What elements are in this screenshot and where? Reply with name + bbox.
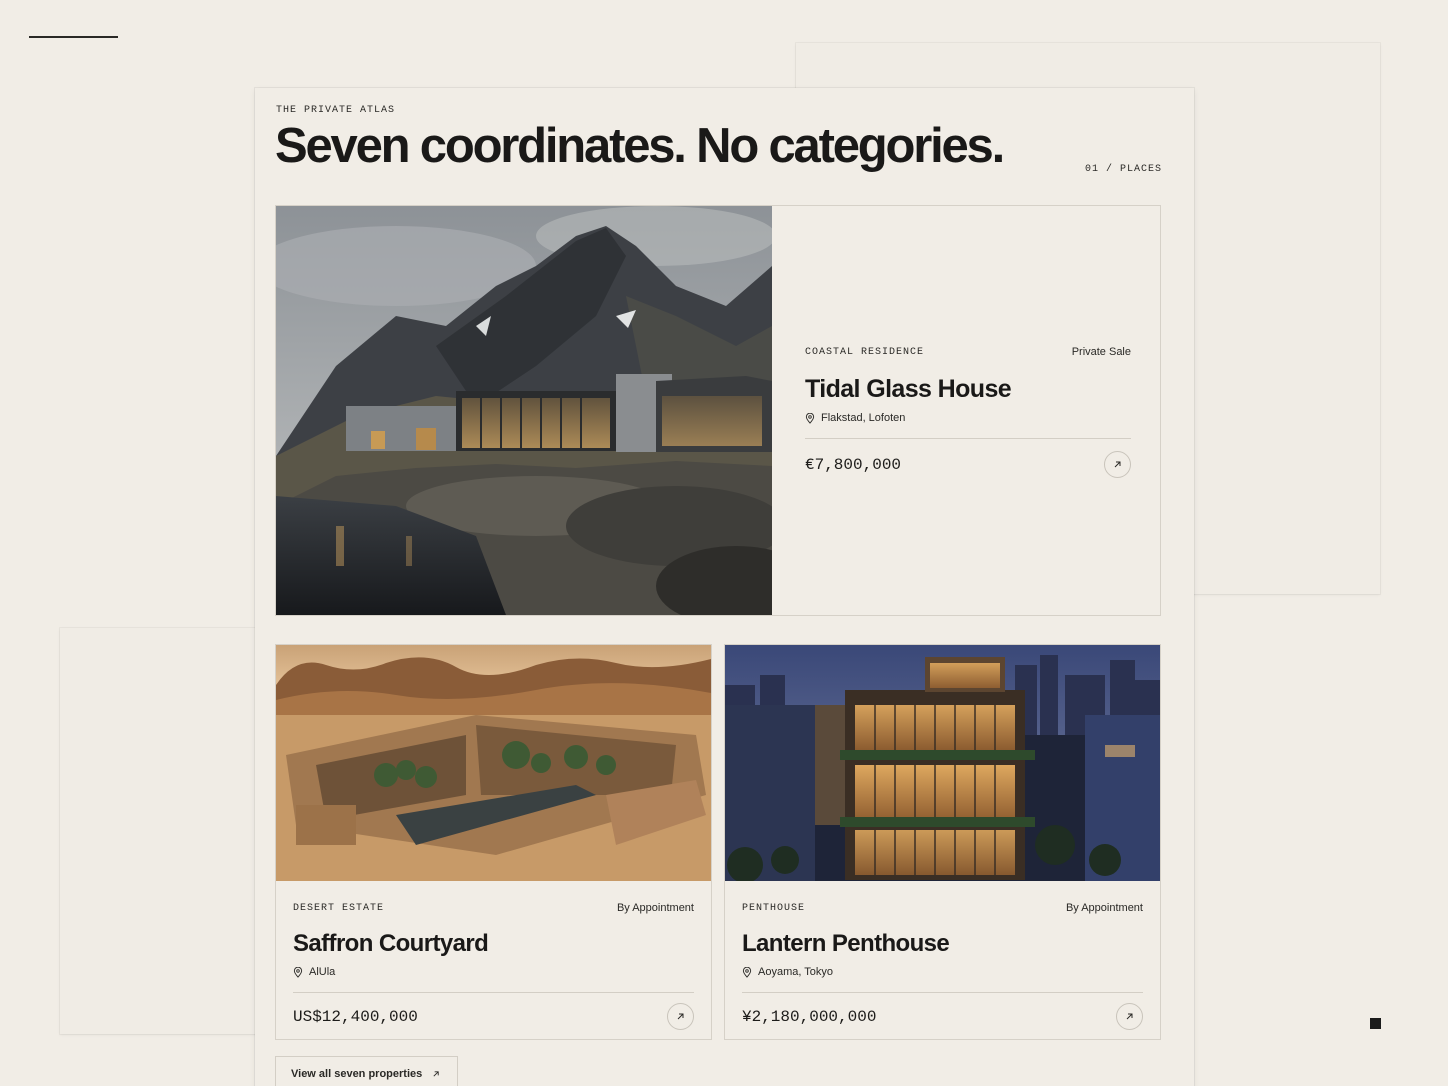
- map-pin-icon: [742, 966, 752, 978]
- property-title[interactable]: Tidal Glass House: [805, 375, 1131, 404]
- page-counter: 01 / PLACES: [1084, 164, 1162, 175]
- property-category: DESERT ESTATE: [293, 902, 385, 914]
- view-all-properties-button[interactable]: View all seven properties: [275, 1056, 458, 1086]
- atlas-panel: THE PRIVATE ATLAS Seven coordinates. No …: [255, 88, 1194, 1086]
- arrow-up-right-icon: [1114, 461, 1121, 468]
- property-details: DESERT ESTATE By Appointment Saffron Cou…: [293, 902, 694, 1030]
- arrow-up-right-icon: [1126, 1013, 1133, 1020]
- arrow-up-right-icon: [433, 1071, 439, 1077]
- location-label: AlUla: [309, 966, 336, 978]
- property-location: Aoyama, Tokyo: [742, 966, 1143, 978]
- featured-property-card[interactable]: COASTAL RESIDENCE Private Sale Tidal Gla…: [275, 205, 1161, 616]
- property-details: COASTAL RESIDENCE Private Sale Tidal Gla…: [805, 346, 1131, 478]
- page-title: Seven coordinates. No categories.: [275, 119, 1005, 173]
- property-category: PENTHOUSE: [742, 902, 806, 914]
- eyebrow-label: THE PRIVATE ATLAS: [276, 105, 396, 116]
- sale-status: By Appointment: [616, 902, 694, 914]
- sale-status: Private Sale: [1071, 346, 1131, 358]
- property-price: €7,800,000: [805, 455, 902, 474]
- property-title[interactable]: Lantern Penthouse: [742, 930, 1143, 958]
- arrow-up-right-icon: [677, 1013, 684, 1020]
- sale-status: By Appointment: [1065, 902, 1143, 914]
- top-rule: [29, 36, 118, 38]
- property-price: ¥2,180,000,000: [742, 1007, 877, 1026]
- corner-marker: [1370, 1018, 1381, 1029]
- open-property-button[interactable]: [1116, 1003, 1143, 1030]
- property-location: AlUla: [293, 966, 694, 978]
- map-pin-icon: [293, 966, 303, 978]
- open-property-button[interactable]: [1104, 451, 1131, 478]
- property-photo: [276, 645, 711, 881]
- location-label: Flakstad, Lofoten: [821, 412, 906, 424]
- property-price: US$12,400,000: [293, 1007, 418, 1026]
- property-details: PENTHOUSE By Appointment Lantern Penthou…: [742, 902, 1143, 1030]
- background-sheet: [60, 628, 260, 1034]
- property-photo: [725, 645, 1160, 881]
- map-pin-icon: [805, 412, 815, 424]
- property-card[interactable]: DESERT ESTATE By Appointment Saffron Cou…: [275, 644, 712, 1040]
- open-property-button[interactable]: [667, 1003, 694, 1030]
- property-title[interactable]: Saffron Courtyard: [293, 930, 694, 958]
- divider: [805, 438, 1131, 439]
- divider: [293, 992, 694, 993]
- view-all-label: View all seven properties: [291, 1068, 423, 1080]
- property-category: COASTAL RESIDENCE: [805, 346, 925, 358]
- divider: [742, 992, 1143, 993]
- property-location: Flakstad, Lofoten: [805, 412, 1131, 424]
- property-photo: [276, 206, 772, 615]
- location-label: Aoyama, Tokyo: [758, 966, 834, 978]
- property-card[interactable]: PENTHOUSE By Appointment Lantern Penthou…: [724, 644, 1161, 1040]
